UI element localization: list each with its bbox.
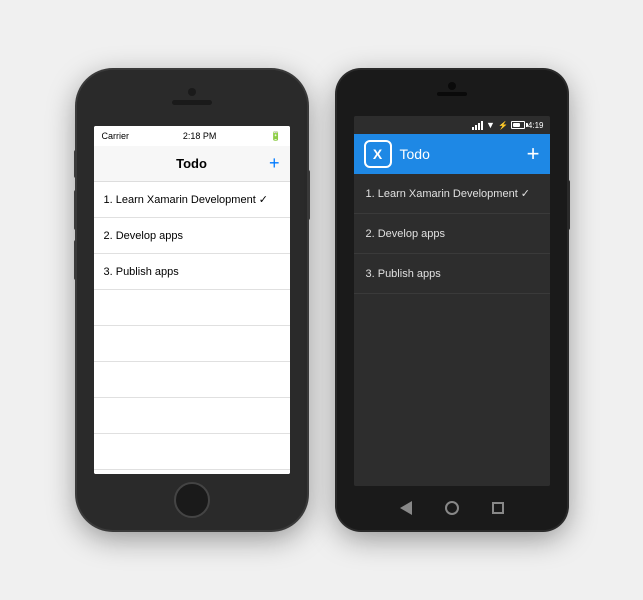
android-power-button bbox=[567, 180, 570, 230]
ios-battery-icon: 🔋 bbox=[270, 131, 281, 142]
signal-icon bbox=[472, 121, 483, 130]
wifi-icon: ▼ bbox=[486, 120, 495, 130]
ios-screen: Carrier 2:18 PM 🔋 Todo + 1. Learn Xamari… bbox=[94, 126, 290, 474]
android-nav-bar bbox=[337, 486, 567, 530]
ios-list: 1. Learn Xamarin Development ✓ 2. Develo… bbox=[94, 182, 290, 474]
ios-status-bar: Carrier 2:18 PM 🔋 bbox=[94, 126, 290, 146]
ios-empty-row bbox=[94, 398, 290, 434]
ios-empty-row bbox=[94, 470, 290, 474]
ios-add-button[interactable]: + bbox=[269, 153, 280, 174]
ios-power-button bbox=[307, 170, 310, 220]
ios-volume-down-button bbox=[74, 240, 77, 280]
xamarin-icon: X bbox=[364, 140, 392, 168]
android-speaker bbox=[437, 92, 467, 96]
android-home-button[interactable] bbox=[443, 499, 461, 517]
android-status-bar: ▼ ⚡ 4:19 bbox=[354, 116, 550, 134]
ios-empty-row bbox=[94, 326, 290, 362]
battery-icon bbox=[511, 121, 525, 129]
bolt-icon: ⚡ bbox=[498, 121, 508, 130]
recents-icon bbox=[492, 502, 504, 514]
ios-speaker bbox=[172, 100, 212, 105]
ios-list-item[interactable]: 3. Publish apps bbox=[94, 254, 290, 290]
ios-phone: Carrier 2:18 PM 🔋 Todo + 1. Learn Xamari… bbox=[77, 70, 307, 530]
ios-empty-row bbox=[94, 362, 290, 398]
android-list-item[interactable]: 1. Learn Xamarin Development ✓ bbox=[354, 174, 550, 214]
ios-top-bezel bbox=[77, 70, 307, 126]
android-screen: ▼ ⚡ 4:19 X Todo + 1. Learn Xamarin Devel… bbox=[354, 116, 550, 486]
ios-volume-up-button bbox=[74, 190, 77, 230]
ios-nav-bar: Todo + bbox=[94, 146, 290, 182]
android-recents-button[interactable] bbox=[489, 499, 507, 517]
ios-carrier: Carrier bbox=[102, 131, 130, 141]
ios-time: 2:18 PM bbox=[183, 131, 217, 141]
ios-nav-title: Todo bbox=[176, 156, 207, 171]
ios-camera bbox=[188, 88, 196, 96]
android-top-bezel bbox=[337, 70, 567, 116]
android-phone: ▼ ⚡ 4:19 X Todo + 1. Learn Xamarin Devel… bbox=[337, 70, 567, 530]
ios-empty-row bbox=[94, 434, 290, 470]
android-list-item[interactable]: 2. Develop apps bbox=[354, 214, 550, 254]
ios-status-right: 🔋 bbox=[270, 131, 281, 142]
android-add-button[interactable]: + bbox=[527, 141, 540, 167]
home-icon bbox=[445, 501, 459, 515]
android-list-item[interactable]: 3. Publish apps bbox=[354, 254, 550, 294]
ios-silent-button bbox=[74, 150, 77, 178]
android-back-button[interactable] bbox=[397, 499, 415, 517]
android-toolbar: X Todo + bbox=[354, 134, 550, 174]
ios-home-button[interactable] bbox=[174, 482, 210, 518]
android-toolbar-title: Todo bbox=[400, 146, 519, 162]
android-time: 4:19 bbox=[528, 121, 544, 130]
android-camera bbox=[448, 82, 456, 90]
ios-list-item[interactable]: 2. Develop apps bbox=[94, 218, 290, 254]
android-list: 1. Learn Xamarin Development ✓ 2. Develo… bbox=[354, 174, 550, 486]
ios-empty-row bbox=[94, 290, 290, 326]
back-icon bbox=[400, 501, 412, 515]
ios-list-item[interactable]: 1. Learn Xamarin Development ✓ bbox=[94, 182, 290, 218]
